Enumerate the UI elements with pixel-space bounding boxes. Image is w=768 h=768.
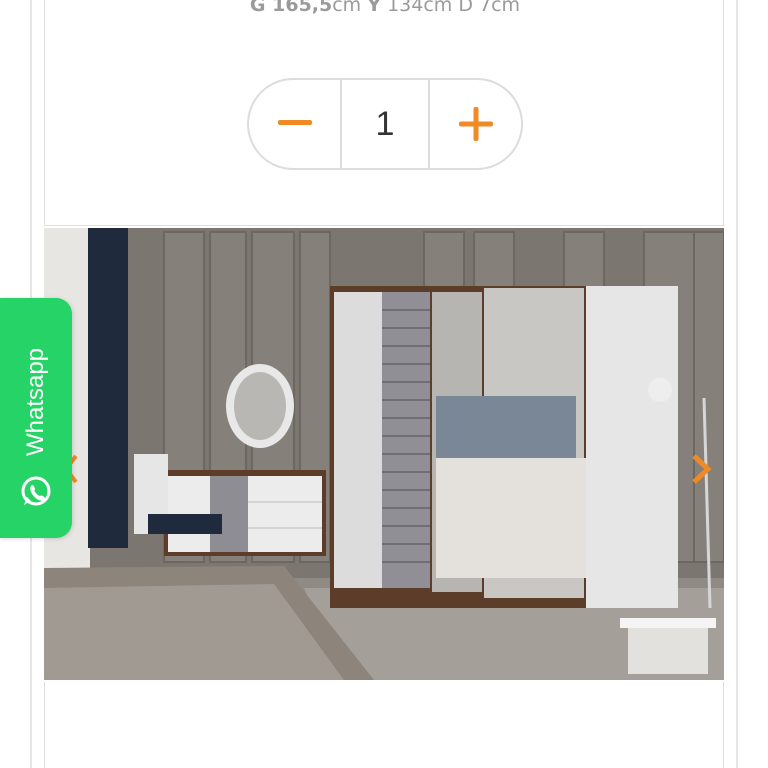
- dimension-g-unit: cm: [332, 0, 362, 16]
- whatsapp-button[interactable]: Whatsapp: [0, 298, 72, 538]
- quantity-stepper: 1: [247, 78, 523, 170]
- bedroom-set-photo[interactable]: [44, 228, 724, 680]
- dimension-d: D 7cm: [458, 0, 521, 16]
- product-info-card: G 165,5cm Y 134cm D 7cm 1: [44, 0, 724, 226]
- gallery-next-button[interactable]: [688, 452, 716, 486]
- plus-icon: [458, 107, 493, 141]
- increment-button[interactable]: [430, 80, 521, 168]
- product-page: G 165,5cm Y 134cm D 7cm 1 Whatsapp: [0, 0, 768, 768]
- minus-icon: [277, 120, 312, 125]
- whatsapp-icon: [21, 476, 51, 506]
- product-dimensions: G 165,5cm Y 134cm D 7cm: [45, 0, 725, 16]
- product-image: [44, 228, 724, 680]
- whatsapp-label: Whatsapp: [22, 347, 49, 457]
- dimension-y-value: 134cm: [387, 0, 453, 16]
- dimension-g-label: G 165,5: [249, 0, 333, 16]
- product-footer-card: [44, 682, 724, 768]
- page-border-right: [736, 0, 738, 768]
- dimension-y-label: Y: [367, 0, 382, 16]
- chevron-right-icon: [692, 454, 712, 484]
- decrement-button[interactable]: [249, 80, 340, 168]
- quantity-input[interactable]: 1: [340, 80, 430, 168]
